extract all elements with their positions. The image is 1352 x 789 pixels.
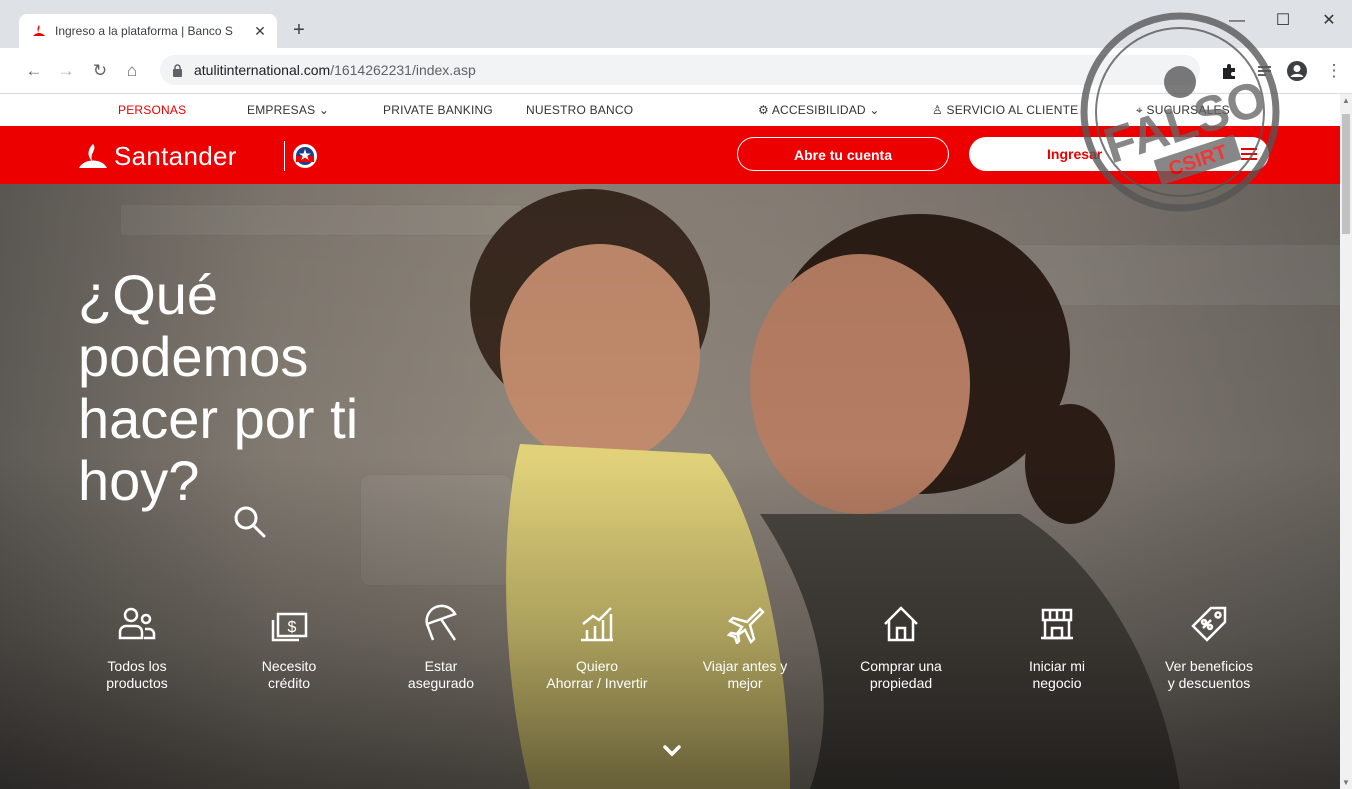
lock-icon — [173, 64, 182, 77]
profile-icon[interactable] — [1286, 60, 1308, 82]
nav-sucursales-label: SUCURSALES — [1146, 103, 1230, 117]
url-text: atulitinternational.com/1614262231/index… — [194, 62, 476, 78]
chile-emblem-icon — [293, 144, 317, 168]
service-viajar[interactable]: Viajar antes y mejor — [670, 604, 820, 692]
user-icon: ♙ — [932, 103, 943, 117]
close-window-button[interactable]: ✕ — [1306, 10, 1352, 32]
service-label: Comprar una propiedad — [860, 658, 942, 691]
site-header: Santander Abre tu cuenta Ingresar — [0, 126, 1340, 184]
tab-close-icon[interactable]: ✕ — [251, 22, 269, 40]
service-label: Necesito crédito — [261, 658, 317, 691]
login-label: Ingresar — [1047, 146, 1103, 162]
service-label: Todos los productos — [106, 658, 168, 691]
nav-servicio-label: SERVICIO AL CLIENTE — [946, 103, 1079, 117]
scroll-down-icon[interactable]: ▼ — [1342, 778, 1350, 787]
nav-accesibilidad[interactable]: ⚙ ACCESIBILIDAD ⌄ — [758, 103, 880, 117]
tab-title: Ingreso a la plataforma | Banco S — [55, 24, 233, 38]
brand-name: Santander — [114, 141, 237, 171]
reading-list-icon[interactable] — [1254, 60, 1276, 82]
browser-tab-bar: Ingreso a la plataforma | Banco S ✕ + — … — [0, 0, 1352, 48]
scroll-down-chevron-icon[interactable] — [662, 744, 682, 758]
search-icon[interactable] — [230, 502, 270, 542]
nav-empresas-label: EMPRESAS — [247, 103, 316, 117]
people-icon — [118, 607, 156, 640]
site-top-nav: PERSONAS EMPRESAS ⌄ PRIVATE BANKING NUES… — [0, 94, 1340, 126]
home-icon[interactable]: ⌂ — [120, 59, 144, 83]
chart-icon — [581, 607, 613, 642]
url-host: atulitinternational.com — [194, 62, 331, 78]
extensions-icon[interactable] — [1218, 60, 1240, 82]
address-bar[interactable]: atulitinternational.com/1614262231/index… — [160, 55, 1200, 85]
forward-icon[interactable]: → — [54, 59, 78, 83]
service-beneficios[interactable]: Ver beneficios y descuentos — [1134, 604, 1284, 692]
location-icon: ⌖ — [1136, 103, 1143, 117]
nav-accesibilidad-label: ACCESIBILIDAD — [771, 103, 866, 117]
hamburger-menu-icon[interactable] — [1241, 148, 1257, 160]
svg-text:$: $ — [288, 619, 297, 636]
house-icon — [884, 606, 918, 642]
back-icon[interactable]: ← — [22, 59, 46, 83]
service-label: Estar asegurado — [407, 658, 475, 691]
browser-tab[interactable]: Ingreso a la plataforma | Banco S ✕ — [19, 14, 277, 48]
chevron-down-icon: ⌄ — [318, 103, 330, 117]
plane-icon — [726, 607, 765, 644]
hero-banner: ¿Qué podemos hacer por ti hoy? Todos los… — [0, 184, 1340, 789]
hero-title: ¿Qué podemos hacer por ti hoy? — [78, 263, 359, 512]
scrollbar-thumb[interactable] — [1342, 114, 1350, 234]
service-negocio[interactable]: Iniciar mi negocio — [982, 604, 1132, 692]
login-button[interactable]: Ingresar — [969, 137, 1269, 171]
nav-empresas[interactable]: EMPRESAS ⌄ — [247, 103, 329, 117]
nav-servicio-cliente[interactable]: ♙ SERVICIO AL CLIENTE — [932, 103, 1078, 117]
menu-icon[interactable]: ⋮ — [1322, 59, 1346, 83]
browser-toolbar: ← → ↻ ⌂ atulitinternational.com/16142622… — [0, 48, 1352, 94]
nav-personas[interactable]: PERSONAS — [118, 103, 186, 117]
service-asegurado[interactable]: Estar asegurado — [366, 604, 516, 692]
money-icon: $ — [271, 612, 308, 642]
service-ahorrar-invertir[interactable]: Quiero Ahorrar / Invertir — [522, 604, 672, 692]
service-label: Iniciar mi negocio — [1028, 658, 1085, 691]
service-label: Quiero Ahorrar / Invertir — [546, 658, 648, 691]
service-label: Ver beneficios y descuentos — [1165, 658, 1253, 691]
minimize-button[interactable]: — — [1214, 10, 1260, 32]
santander-favicon-icon — [33, 25, 45, 36]
service-credito[interactable]: $ Necesito crédito — [214, 604, 364, 692]
umbrella-icon — [425, 604, 457, 641]
service-todos-productos[interactable]: Todos los productos — [62, 604, 212, 692]
tag-icon — [1191, 606, 1227, 642]
new-tab-button[interactable]: + — [288, 20, 310, 42]
page-scrollbar[interactable]: ▲ ▼ — [1340, 94, 1352, 789]
store-icon — [1041, 608, 1073, 640]
nav-private-banking[interactable]: PRIVATE BANKING — [383, 103, 493, 117]
open-account-button[interactable]: Abre tu cuenta — [737, 137, 949, 171]
service-label: Viajar antes y mejor — [702, 658, 788, 691]
service-propiedad[interactable]: Comprar una propiedad — [826, 604, 976, 692]
logo-divider — [284, 141, 285, 171]
accessibility-icon: ⚙ — [758, 103, 769, 117]
url-path: /1614262231/index.asp — [330, 62, 476, 78]
nav-sucursales[interactable]: ⌖ SUCURSALES — [1136, 103, 1230, 117]
chevron-down-icon: ⌄ — [869, 103, 880, 117]
nav-nuestro-banco[interactable]: NUESTRO BANCO — [526, 103, 633, 117]
reload-icon[interactable]: ↻ — [88, 59, 112, 83]
flame-icon — [79, 144, 107, 168]
maximize-button[interactable]: ☐ — [1260, 10, 1306, 32]
scroll-up-icon[interactable]: ▲ — [1342, 96, 1350, 105]
